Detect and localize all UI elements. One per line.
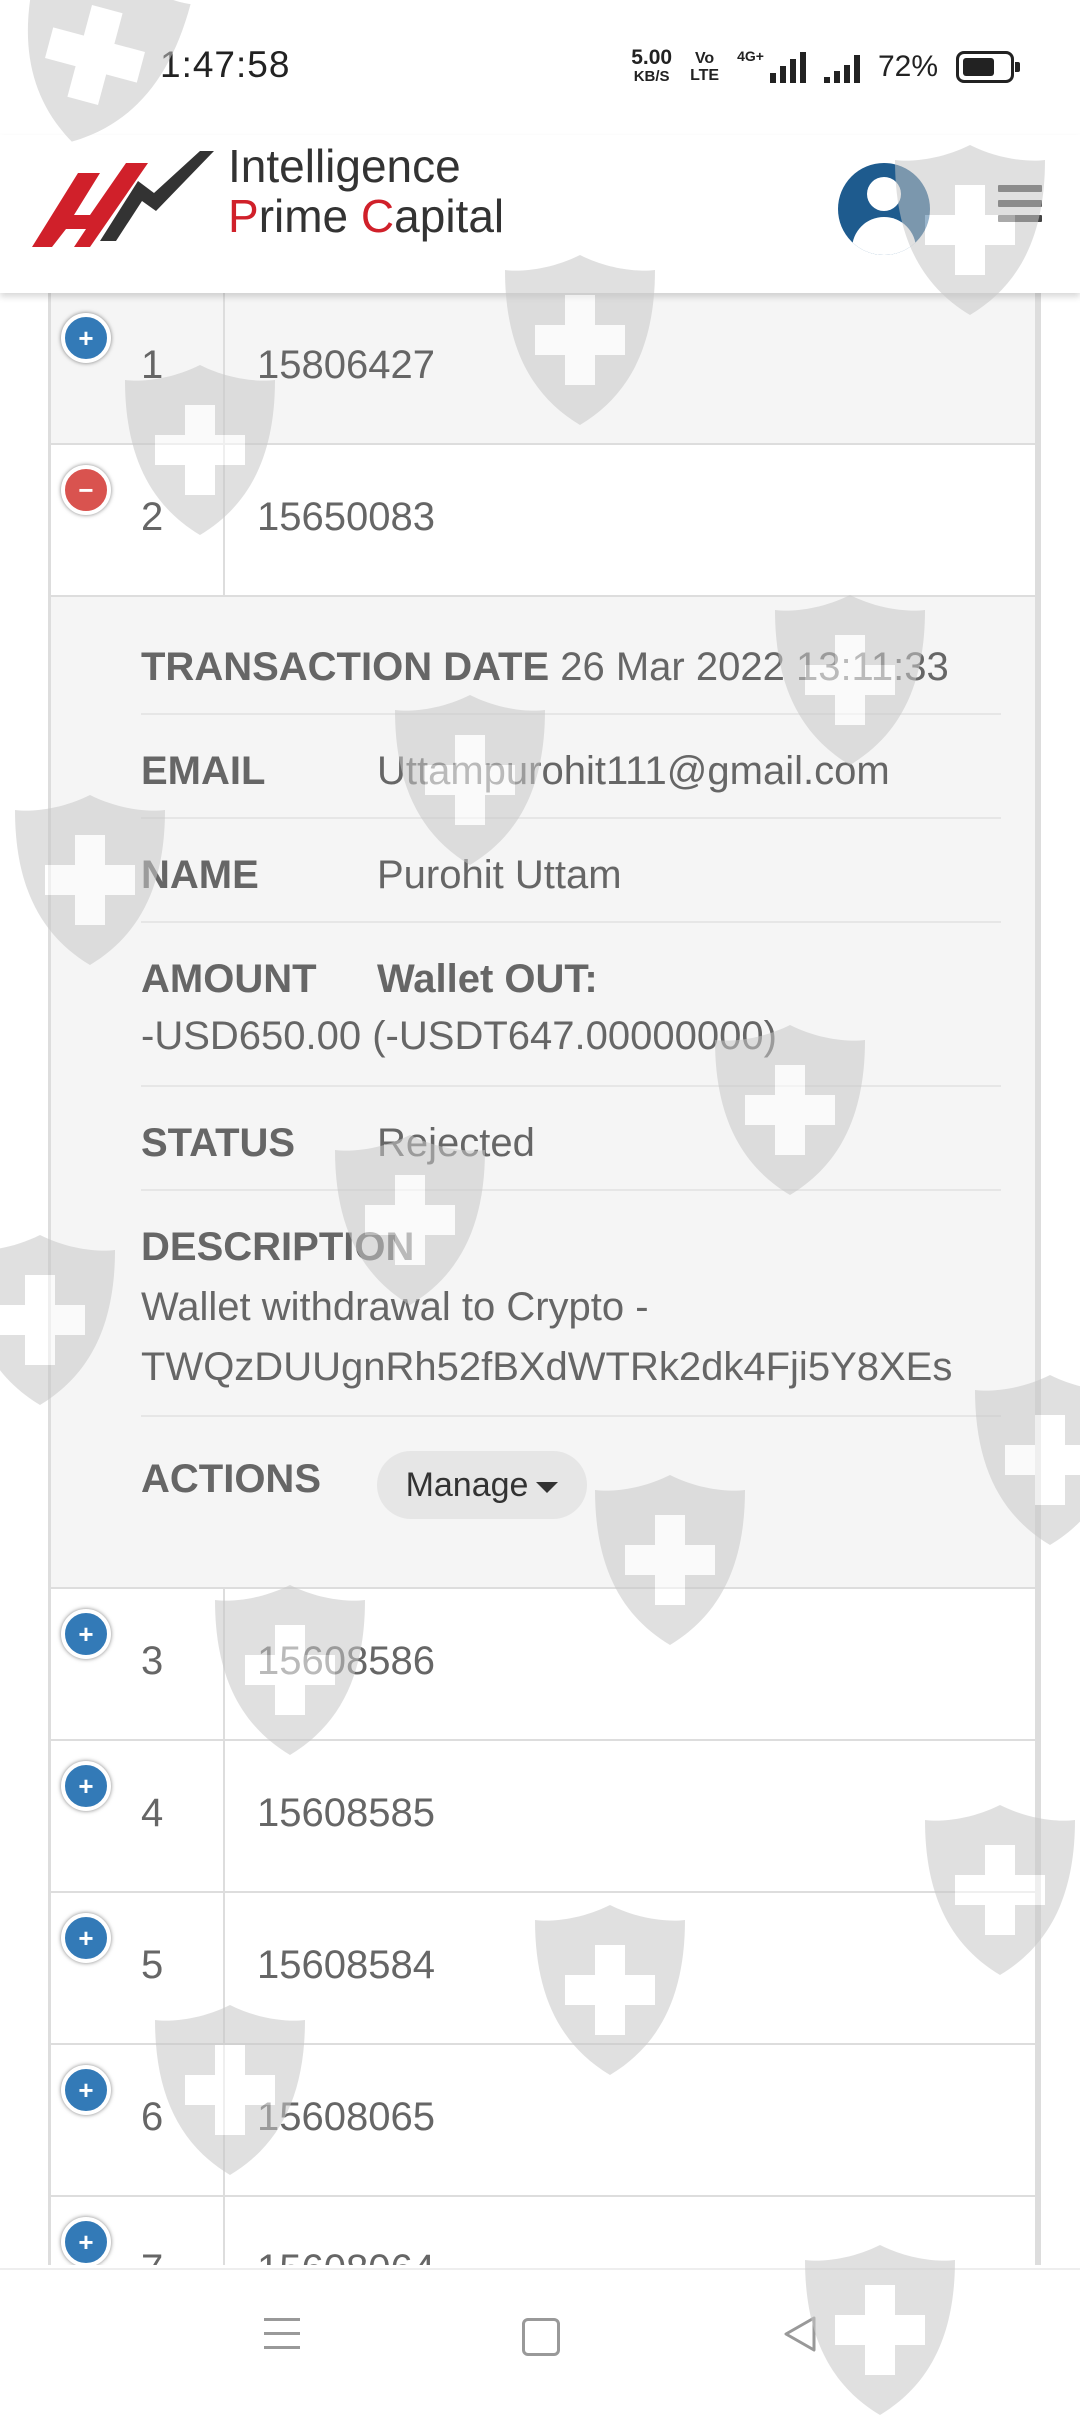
status-icons: 5.00 KB/S Vo LTE 4G+ 72% (631, 46, 1020, 86)
row-number: 3 (141, 1639, 164, 1683)
row-number: 4 (141, 1791, 164, 1835)
signal-icon-2 (823, 51, 860, 83)
expand-toggle-icon[interactable]: + (61, 1609, 111, 1659)
expand-toggle-icon[interactable]: + (61, 2217, 111, 2265)
detail-actions: ACTIONS Manage (141, 1451, 1001, 1525)
row-id: 15650083 (257, 495, 435, 539)
expand-toggle-icon[interactable]: + (61, 2065, 111, 2115)
row-detail-panel: TRANSACTION DATE 26 Mar 2022 13:11:33 EM… (51, 597, 1035, 1589)
detail-email: EMAIL Uttampurohit111@gmail.com (141, 749, 1001, 819)
status-bar: 1:47:58 5.00 KB/S Vo LTE 4G+ 72% (0, 0, 1080, 135)
home-icon[interactable] (522, 2318, 560, 2356)
battery-percent: 72% (877, 50, 938, 83)
detail-description: DESCRIPTION Wallet withdrawal to Crypto … (141, 1225, 1001, 1417)
app-header: Intelligence Prime Capital (0, 135, 1080, 293)
row-id: 15806427 (257, 343, 435, 387)
status-time: 1:47:58 (160, 44, 291, 85)
avatar-icon[interactable] (838, 163, 930, 255)
expand-toggle-icon[interactable]: + (61, 1761, 111, 1811)
expand-toggle-icon[interactable]: + (61, 313, 111, 363)
detail-transaction-date: TRANSACTION DATE 26 Mar 2022 13:11:33 (141, 645, 1001, 715)
transactions-table: + 1 15806427 − 2 15650083 TRANSACTION DA… (48, 293, 1041, 2265)
signal-icon (769, 51, 806, 83)
detail-name: NAME Purohit Uttam (141, 853, 1001, 923)
back-icon[interactable] (780, 2314, 820, 2359)
table-row[interactable]: + 4 15608585 (51, 1741, 1035, 1893)
logo-text: Intelligence Prime Capital (228, 140, 505, 242)
manage-dropdown-button[interactable]: Manage (377, 1451, 587, 1519)
row-id: 15608586 (257, 1639, 435, 1683)
hamburger-menu-icon[interactable] (998, 185, 1042, 225)
caret-down-icon (536, 1481, 559, 1493)
row-id: 15608585 (257, 1791, 435, 1835)
table-row[interactable]: + 1 15806427 (51, 293, 1035, 445)
row-number: 5 (141, 1943, 164, 1987)
volte-icon: Vo LTE (690, 50, 720, 84)
table-row[interactable]: + 3 15608586 (51, 1589, 1035, 1741)
row-number: 7 (141, 2247, 163, 2265)
table-row[interactable]: − 2 15650083 (51, 445, 1035, 597)
table-row[interactable]: + 7 15608064 (51, 2197, 1035, 2265)
row-number: 6 (141, 2095, 164, 2139)
recent-apps-icon[interactable] (264, 2318, 300, 2360)
status-value: Rejected (377, 1121, 535, 1165)
network-speed: 5.00 KB/S (631, 46, 673, 85)
table-row[interactable]: + 6 15608065 (51, 2045, 1035, 2197)
row-id: 15608065 (257, 2095, 435, 2139)
expand-toggle-icon[interactable]: + (61, 1913, 111, 1963)
network-type: 4G+ (737, 48, 764, 64)
row-number: 1 (141, 343, 164, 387)
row-number: 2 (141, 495, 164, 539)
table-row[interactable]: + 5 15608584 (51, 1893, 1035, 2045)
collapse-toggle-icon[interactable]: − (61, 465, 111, 515)
battery-icon (956, 51, 1020, 83)
row-id: 15608064 (257, 2247, 435, 2265)
system-nav-bar (0, 2268, 1080, 2402)
detail-amount: AMOUNT Wallet OUT: -USD650.00 (-USDT647.… (141, 957, 1001, 1087)
row-id: 15608584 (257, 1943, 435, 1987)
logo-icon[interactable] (30, 145, 220, 260)
detail-status: STATUS Rejected (141, 1121, 1001, 1191)
